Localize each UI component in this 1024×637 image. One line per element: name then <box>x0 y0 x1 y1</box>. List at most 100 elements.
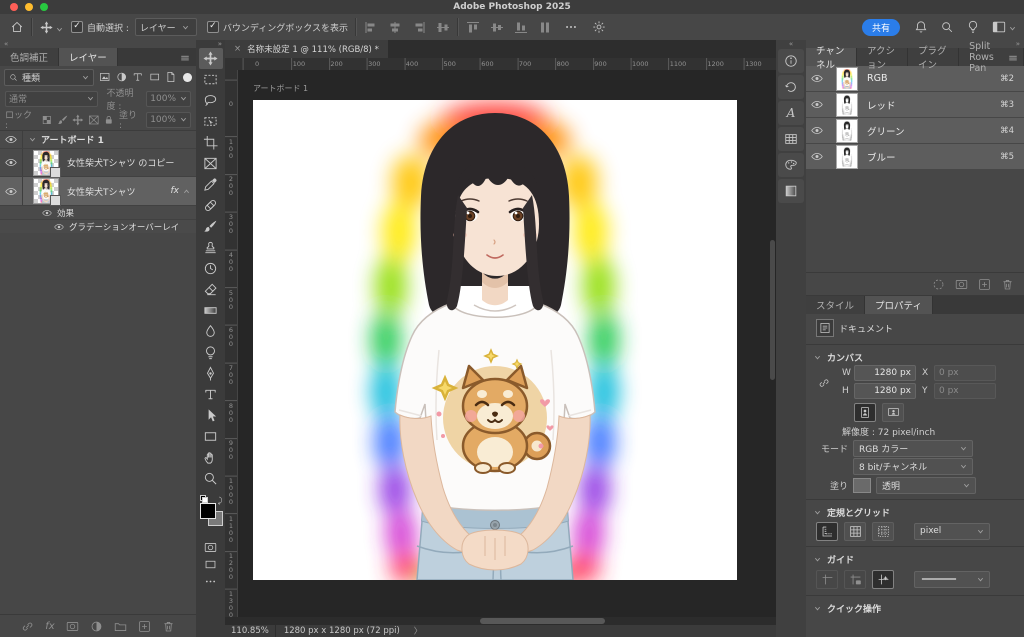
vertical-scrollbar[interactable] <box>769 70 775 617</box>
orientation-landscape-button[interactable] <box>882 402 904 422</box>
filter-pixel-layers-icon[interactable] <box>99 71 110 83</box>
pen-tool[interactable] <box>199 363 223 384</box>
workspace-switcher-icon[interactable] <box>992 20 1006 34</box>
artboard-label[interactable]: アートボード 1 <box>253 83 308 94</box>
ruler-units-dropdown[interactable]: pixel <box>914 522 990 540</box>
character-panel-button[interactable]: A <box>778 101 804 125</box>
チャンネル-tab[interactable]: チャンネル <box>806 46 858 71</box>
tab-color-adjustments[interactable]: 色調補正 <box>0 48 60 66</box>
distribute-middle-icon[interactable] <box>490 21 504 34</box>
canvas-artwork[interactable] <box>253 100 737 580</box>
zoom-level-field[interactable]: 110.85% <box>225 625 276 637</box>
discover-lightbulb-icon[interactable] <box>966 20 980 34</box>
layer-row-artboard[interactable]: アートボード 1 <box>0 131 196 149</box>
align-left-icon[interactable] <box>364 21 378 34</box>
filter-type-layers-icon[interactable] <box>132 71 143 83</box>
layer-row-effects[interactable]: 効果 <box>0 206 196 220</box>
auto-select-checkbox[interactable]: ✓ <box>71 21 83 33</box>
filter-shape-layers-icon[interactable] <box>149 71 160 83</box>
x-field[interactable]: 0 px <box>934 365 996 381</box>
fill-dropdown[interactable]: 100% <box>146 111 191 128</box>
y-field[interactable]: 0 px <box>934 383 996 399</box>
save-selection-as-channel-icon[interactable] <box>955 278 968 291</box>
link-dimensions-icon[interactable] <box>818 376 830 390</box>
expand-panels-icon[interactable]: « <box>785 40 797 48</box>
notifications-bell-icon[interactable] <box>914 20 928 34</box>
healing-brush-tool[interactable] <box>199 195 223 216</box>
visibility-eye-icon[interactable] <box>42 209 52 217</box>
eraser-tool[interactable] <box>199 279 223 300</box>
プロパティ-tab[interactable]: プロパティ <box>865 296 933 314</box>
スタイル-tab[interactable]: スタイル <box>806 296 866 314</box>
lock-guides-button[interactable] <box>844 569 866 589</box>
channel-row-blue[interactable]: ブルー ⌘5 <box>806 144 1024 170</box>
visibility-eye-icon[interactable] <box>5 187 17 196</box>
toggle-guides-button[interactable] <box>816 569 838 589</box>
screen-mode-button[interactable] <box>199 556 223 573</box>
visibility-eye-icon[interactable] <box>811 100 823 109</box>
zoom-tool[interactable] <box>199 468 223 489</box>
lock-pixels-icon[interactable] <box>57 114 69 126</box>
status-chevron-icon[interactable]: 〉 <box>400 625 423 637</box>
gear-icon[interactable] <box>592 20 606 34</box>
frame-tool[interactable] <box>199 153 223 174</box>
visibility-eye-icon[interactable] <box>811 126 823 135</box>
canvas-viewport[interactable]: アートボード 1 0 100 200 300 400 500 600 700 800 900 100… <box>225 70 776 617</box>
bit-depth-dropdown[interactable]: 8 bit/チャンネル <box>853 457 973 475</box>
align-vertical-centers-icon[interactable] <box>388 21 402 34</box>
lock-transparency-icon[interactable] <box>41 114 53 126</box>
panel-menu-icon[interactable] <box>179 53 191 63</box>
info-panel-button[interactable] <box>778 49 804 73</box>
new-layer-icon[interactable] <box>138 620 151 633</box>
smart-guides-button[interactable] <box>872 569 894 589</box>
distribute-vertical-icon[interactable] <box>538 21 552 34</box>
share-button[interactable]: 共有 <box>861 18 900 36</box>
delete-layer-trash-icon[interactable] <box>162 620 175 633</box>
プラグイン-tab[interactable]: プラグイン <box>907 46 960 71</box>
visibility-eye-icon[interactable] <box>5 135 17 144</box>
type-tool[interactable] <box>199 384 223 405</box>
layer-row-gradient-overlay[interactable]: グラデーションオーバーレイ <box>0 220 196 233</box>
foreground-color-swatch[interactable] <box>199 503 216 519</box>
fill-color-swatch[interactable] <box>853 477 871 493</box>
artboard[interactable] <box>253 100 737 580</box>
height-field[interactable]: 1280 px <box>854 383 916 399</box>
section-quick-actions[interactable]: クイック操作 <box>806 600 1024 616</box>
adjustment-layer-icon[interactable] <box>90 620 103 633</box>
tab-layers[interactable]: レイヤー <box>59 48 118 66</box>
visibility-eye-icon[interactable] <box>811 74 823 83</box>
quick-mask-mode-button[interactable] <box>199 539 223 556</box>
auto-select-dropdown[interactable]: レイヤー <box>134 18 197 36</box>
close-tab-icon[interactable]: × <box>234 44 241 54</box>
channel-row-red[interactable]: レッド ⌘3 <box>806 92 1024 118</box>
horizontal-scrollbar[interactable] <box>225 617 776 625</box>
home-icon[interactable] <box>10 20 24 34</box>
lock-all-icon[interactable] <box>103 114 115 126</box>
more-options-icon[interactable] <box>564 20 578 34</box>
layer-thumbnail[interactable] <box>33 149 61 178</box>
visibility-eye-icon[interactable] <box>5 158 17 167</box>
edit-toolbar-button[interactable] <box>199 573 223 590</box>
アクション-tab[interactable]: アクション <box>857 46 908 71</box>
scrollbar-thumb[interactable] <box>480 618 605 624</box>
layer-style-fx-icon[interactable]: fx <box>45 621 54 632</box>
toggle-rulers-button[interactable] <box>816 521 838 541</box>
section-rulers-grid[interactable]: 定規とグリッド <box>806 504 1024 520</box>
blend-mode-dropdown[interactable]: 通常 <box>5 90 99 107</box>
orientation-portrait-button[interactable] <box>854 402 876 422</box>
swap-colors-icon[interactable]: ⤸ <box>218 496 223 506</box>
section-guides[interactable]: ガイド <box>806 551 1024 567</box>
layer-thumbnail[interactable] <box>33 178 61 206</box>
channel-row-green[interactable]: グリーン ⌘4 <box>806 118 1024 144</box>
path-selection-tool[interactable] <box>199 405 223 426</box>
expand-chevron-icon[interactable] <box>29 136 36 143</box>
history-panel-button[interactable] <box>778 75 804 99</box>
fx-badge[interactable]: fx <box>171 186 184 196</box>
toggle-grid-button[interactable] <box>844 521 866 541</box>
blur-tool[interactable] <box>199 321 223 342</box>
link-layers-icon[interactable] <box>21 620 34 633</box>
toggle-pixel-grid-button[interactable] <box>872 521 894 541</box>
distribute-bottom-icon[interactable] <box>514 21 528 34</box>
align-right-icon[interactable] <box>412 21 426 34</box>
lock-position-icon[interactable] <box>72 114 84 126</box>
